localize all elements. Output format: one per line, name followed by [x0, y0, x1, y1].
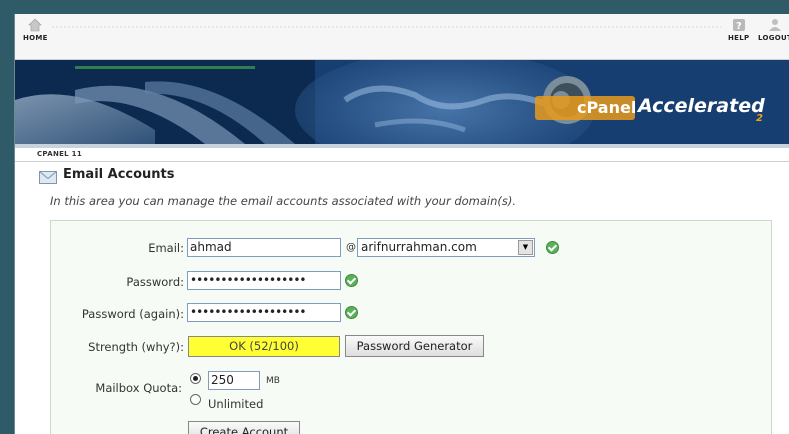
breadcrumb: CPANEL 11: [15, 148, 789, 162]
at-sign: @: [346, 242, 356, 253]
quota-radio-unlimited[interactable]: [190, 394, 201, 405]
top-navigation: HOME ? HELP LOGOUT: [15, 14, 789, 60]
strength-why-link[interactable]: (why?):: [142, 340, 184, 354]
cpanel-banner: cPanel Accelerated 2: [15, 60, 789, 144]
password-again-field[interactable]: •••••••••••••••••••: [187, 303, 341, 322]
help-icon: ?: [732, 19, 745, 32]
page-description: In this area you can manage the email ac…: [50, 194, 517, 208]
chevron-down-icon[interactable]: ▼: [518, 240, 533, 255]
envelope-icon: [39, 171, 57, 184]
domain-select[interactable]: arifnurrahman.com ▼: [357, 238, 535, 257]
strength-label: Strength: [88, 340, 138, 354]
password-label: Password:: [126, 275, 184, 289]
logout-button[interactable]: LOGOUT: [758, 18, 789, 42]
cpanel-window: HOME ? HELP LOGOUT cPanel Accelerated 2 …: [14, 14, 789, 434]
home-icon: [28, 18, 43, 32]
brand-subscript: 2: [756, 113, 763, 124]
add-email-panel: Email: ahmad @ arifnurrahman.com ▼ Passw…: [50, 220, 772, 434]
brand-prefix: cPanel: [577, 98, 637, 117]
tab-cpanel[interactable]: CPANEL 11: [37, 150, 82, 158]
quota-field[interactable]: 250: [208, 371, 260, 390]
brand-suffix: Accelerated: [638, 95, 765, 117]
help-label: HELP: [728, 34, 750, 42]
password-field[interactable]: •••••••••••••••••••: [187, 271, 341, 290]
quota-unit: MB: [266, 376, 280, 386]
password-again-valid-icon: [345, 306, 358, 319]
password-again-label: Password (again):: [81, 307, 184, 321]
email-valid-icon: [546, 241, 559, 254]
svg-text:?: ?: [736, 21, 742, 32]
unlimited-label: Unlimited: [208, 397, 264, 411]
user-icon: [769, 19, 782, 31]
email-label: Email:: [148, 241, 184, 255]
domain-value: arifnurrahman.com: [361, 240, 477, 254]
strength-meter: OK (52/100): [188, 336, 340, 357]
quota-label: Mailbox Quota:: [95, 381, 182, 395]
home-label: HOME: [23, 34, 48, 42]
decorative-dots: [51, 25, 721, 29]
page-title: Email Accounts: [63, 167, 175, 182]
quota-radio-limited[interactable]: [190, 373, 201, 384]
password-valid-icon: [345, 274, 358, 287]
create-account-button[interactable]: Create Account: [188, 421, 300, 434]
home-button[interactable]: HOME: [23, 18, 48, 42]
logout-label: LOGOUT: [758, 34, 789, 42]
help-button[interactable]: ? HELP: [728, 18, 749, 42]
strength-label-group: Strength (why?):: [51, 340, 184, 354]
email-field[interactable]: ahmad: [187, 238, 341, 257]
password-generator-button[interactable]: Password Generator: [345, 335, 484, 357]
